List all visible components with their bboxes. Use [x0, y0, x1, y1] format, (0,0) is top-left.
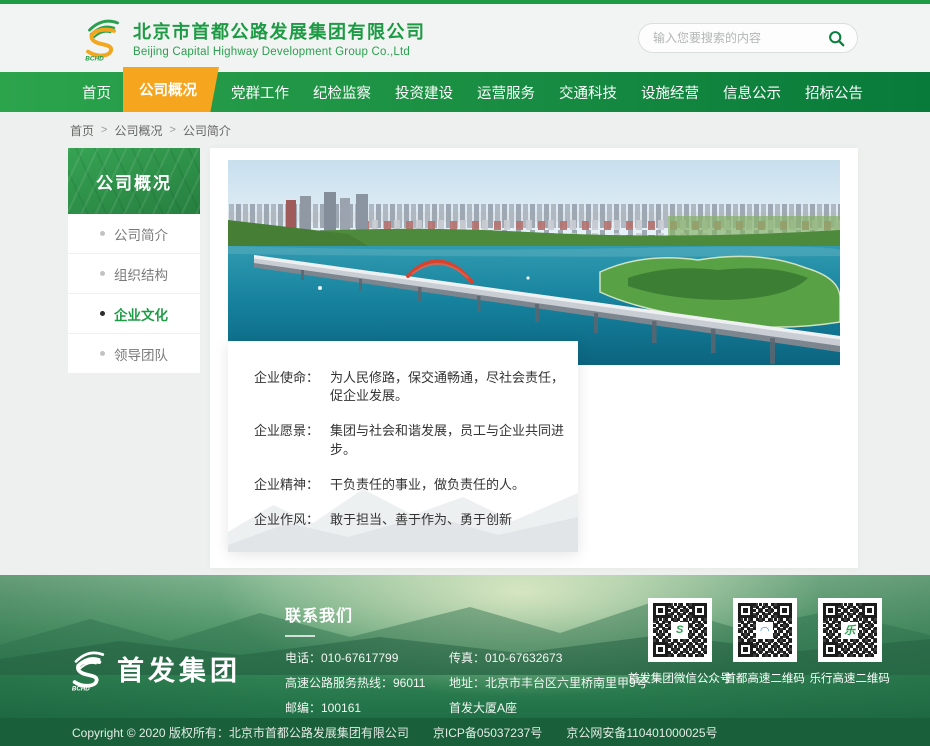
- value-text: 干负责任的事业，做负责任的人。: [330, 476, 525, 494]
- site-header: BCHD 北京市首都公路发展集团有限公司 Beijing Capital Hig…: [0, 4, 930, 72]
- qr-center-logo: 乐: [841, 622, 858, 639]
- value-text: 为人民修路，保交通畅通，尽社会责任，促企业发展。: [330, 369, 564, 405]
- nav-item-party-work[interactable]: 党群工作: [219, 72, 301, 112]
- svg-text:BCHD: BCHD: [72, 685, 90, 692]
- search-box: [638, 23, 858, 53]
- qr-label: 乐行高速二维码: [809, 670, 890, 686]
- value-label: 企业作风：: [254, 511, 330, 529]
- mountain-watermark: [228, 457, 578, 552]
- value-label: 企业使命：: [254, 369, 330, 405]
- site-footer: BCHD 首发集团 联系我们 电话：010-67617799 高速公路服务热线：…: [0, 575, 930, 718]
- bchd-s-icon: BCHD: [78, 14, 124, 62]
- breadcrumb-link-company-overview[interactable]: 公司概况: [114, 122, 162, 139]
- capital-highway-qr-code-image: ◠: [733, 598, 797, 662]
- main-content-panel: 企业使命： 为人民修路，保交通畅通，尽社会责任，促企业发展。 企业愿景： 集团与…: [210, 148, 858, 568]
- company-logo[interactable]: BCHD 北京市首都公路发展集团有限公司 Beijing Capital Hig…: [78, 14, 426, 62]
- value-label: 企业愿景：: [254, 422, 330, 458]
- contact-postcode: 邮编：100161: [285, 699, 435, 716]
- value-text: 集团与社会和谐发展，员工与企业共同进步。: [330, 422, 564, 458]
- value-row-spirit: 企业精神： 干负责任的事业，做负责任的人。: [254, 476, 564, 494]
- nav-item-information-disclosure[interactable]: 信息公示: [711, 72, 793, 112]
- qr-label: 首都高速二维码: [724, 670, 805, 686]
- nav-item-bidding-announcement[interactable]: 招标公告: [793, 72, 875, 112]
- sidebar-item-label: 组织结构: [114, 264, 168, 284]
- search-button[interactable]: [825, 27, 847, 49]
- nav-item-investment-construction[interactable]: 投资建设: [383, 72, 465, 112]
- sidebar-item-label: 企业文化: [114, 304, 168, 324]
- contact-address: 地址：北京市丰台区六里桥南里甲9号: [449, 674, 648, 691]
- value-row-mission: 企业使命： 为人民修路，保交通畅通，尽社会责任，促企业发展。: [254, 369, 564, 405]
- contact-fax: 传真：010-67632673: [449, 649, 648, 666]
- breadcrumb: 首页 > 公司概况 > 公司简介: [0, 112, 930, 148]
- police-license-link[interactable]: 京公网安备110401000025号: [566, 724, 717, 741]
- contact-phone: 电话：010-67617799: [285, 649, 435, 666]
- sidebar-item-leadership-team[interactable]: 领导团队: [68, 334, 200, 374]
- breadcrumb-current-page[interactable]: 公司简介: [183, 122, 231, 139]
- nav-item-discipline-inspection[interactable]: 纪检监察: [301, 72, 383, 112]
- value-row-style: 企业作风： 敢于担当、善于作为、勇于创新: [254, 511, 564, 529]
- bullet-icon: [100, 311, 105, 316]
- wechat-qr-code-image: S: [648, 598, 712, 662]
- search-input[interactable]: [653, 31, 825, 45]
- svg-text:BCHD: BCHD: [85, 55, 104, 62]
- icp-license-link[interactable]: 京ICP备05037237号: [433, 724, 542, 741]
- footer-qr-section: S 首发集团微信公众号 ◠ 首都高速二维码 乐 乐行高速二维码: [648, 598, 882, 718]
- qr-card-capital-highway: ◠ 首都高速二维码: [733, 598, 797, 718]
- footer-logo: BCHD 首发集团: [65, 619, 243, 718]
- contact-hotline: 高速公路服务热线：96011: [285, 674, 435, 691]
- nav-item-home[interactable]: 首页: [70, 72, 123, 112]
- sidebar-title: 公司概况: [68, 148, 200, 214]
- contact-address-2: 首发大厦A座: [449, 699, 648, 716]
- nav-item-company-overview[interactable]: 公司概况: [123, 67, 219, 112]
- sidebar-item-label: 公司简介: [114, 224, 168, 244]
- qr-card-lexing-highway: 乐 乐行高速二维码: [818, 598, 882, 718]
- value-label: 企业精神：: [254, 476, 330, 494]
- contact-title-underline: [285, 635, 315, 637]
- copyright-text: Copyright © 2020 版权所有：北京市首都公路发展集团有限公司: [72, 724, 409, 741]
- qr-center-logo: ◠: [756, 622, 773, 639]
- value-text: 敢于担当、善于作为、勇于创新: [330, 511, 512, 529]
- qr-card-wechat: S 首发集团微信公众号: [648, 598, 712, 718]
- sidebar-menu: 公司简介 组织结构 企业文化 领导团队: [68, 214, 200, 374]
- bullet-icon: [100, 231, 105, 236]
- footer-contact-section: 联系我们 电话：010-67617799 高速公路服务热线：96011 邮编：1…: [285, 602, 648, 718]
- breadcrumb-separator: >: [101, 124, 107, 136]
- company-name-cn: 北京市首都公路发展集团有限公司: [133, 18, 426, 44]
- company-name-en: Beijing Capital Highway Development Grou…: [133, 46, 426, 58]
- value-row-vision: 企业愿景： 集团与社会和谐发展，员工与企业共同进步。: [254, 422, 564, 458]
- sidebar-item-company-profile[interactable]: 公司简介: [68, 214, 200, 254]
- breadcrumb-separator: >: [169, 124, 175, 136]
- nav-item-transport-technology[interactable]: 交通科技: [547, 72, 629, 112]
- main-nav: 首页 公司概况 党群工作 纪检监察 投资建设 运营服务 交通科技 设施经营 信息…: [0, 72, 930, 112]
- qr-center-logo: S: [671, 622, 688, 639]
- aerial-river-bridge-photo: [228, 160, 840, 365]
- search-icon: [828, 30, 845, 47]
- lexing-highway-qr-code-image: 乐: [818, 598, 882, 662]
- sidebar-item-label: 领导团队: [114, 344, 168, 364]
- breadcrumb-link-home[interactable]: 首页: [70, 122, 94, 139]
- nav-item-facility-management[interactable]: 设施经营: [629, 72, 711, 112]
- footer-logo-text: 首发集团: [117, 649, 241, 688]
- nav-item-operation-service[interactable]: 运营服务: [465, 72, 547, 112]
- corporate-values-card: 企业使命： 为人民修路，保交通畅通，尽社会责任，促企业发展。 企业愿景： 集团与…: [228, 341, 578, 552]
- qr-label: 首发集团微信公众号: [628, 670, 732, 686]
- company-name-block: 北京市首都公路发展集团有限公司 Beijing Capital Highway …: [133, 18, 426, 58]
- bullet-icon: [100, 271, 105, 276]
- sidebar: 公司概况 公司简介 组织结构 企业文化 领导团队: [68, 148, 200, 374]
- bchd-s-icon-white: BCHD: [65, 646, 109, 692]
- contact-title: 联系我们: [285, 602, 648, 626]
- content-area: 公司概况 公司简介 组织结构 企业文化 领导团队: [0, 148, 930, 575]
- copyright-bar: Copyright © 2020 版权所有：北京市首都公路发展集团有限公司 京I…: [0, 718, 930, 746]
- sidebar-item-organization-structure[interactable]: 组织结构: [68, 254, 200, 294]
- bullet-icon: [100, 351, 105, 356]
- sidebar-item-corporate-culture[interactable]: 企业文化: [68, 294, 200, 334]
